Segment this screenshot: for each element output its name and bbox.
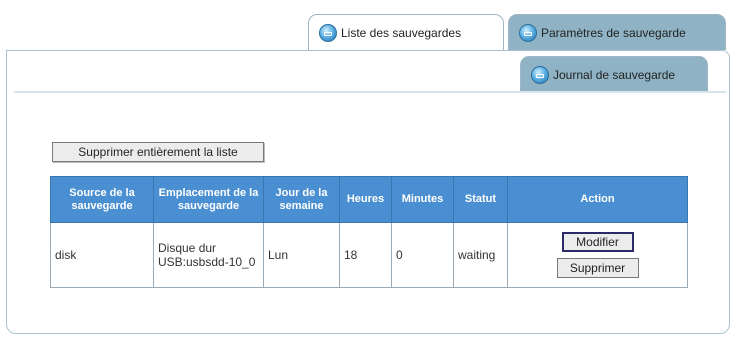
tab-backup-settings-label: Paramètres de sauvegarde	[541, 25, 686, 40]
tab-backup-list[interactable]: Liste des sauvegardes	[308, 14, 504, 50]
divider	[14, 91, 726, 93]
cell-hours: 18	[339, 222, 392, 288]
header-hours: Heures	[339, 176, 392, 223]
backup-disk-icon	[519, 23, 537, 42]
backup-disk-icon	[531, 65, 549, 84]
tab-backup-log-label: Journal de sauvegarde	[553, 67, 676, 82]
cell-day: Lun	[263, 222, 340, 288]
header-minutes: Minutes	[391, 176, 454, 223]
cell-source: disk	[50, 222, 154, 288]
table-header-row: Source de la sauvegarde Emplacement de l…	[50, 176, 688, 223]
header-location: Emplacement de la sauvegarde	[153, 176, 264, 223]
header-action: Action	[507, 176, 688, 223]
tab-backup-log[interactable]: Journal de sauvegarde	[520, 56, 708, 92]
tab-backup-settings[interactable]: Paramètres de sauvegarde	[508, 14, 726, 50]
header-source: Source de la sauvegarde	[50, 176, 154, 223]
backup-table: Source de la sauvegarde Emplacement de l…	[50, 176, 688, 288]
table-row: disk Disque dur USB:usbsdd-10_0 Lun 18 0…	[50, 222, 688, 288]
header-status: Statut	[453, 176, 508, 223]
cell-status: waiting	[453, 222, 508, 288]
delete-button[interactable]: Supprimer	[556, 258, 639, 278]
cell-location: Disque dur USB:usbsdd-10_0	[153, 222, 264, 288]
header-day: Jour de la semaine	[263, 176, 340, 223]
backup-disk-icon	[319, 23, 337, 42]
cell-action: Modifier Supprimer	[507, 222, 688, 288]
tab-backup-list-label: Liste des sauvegardes	[341, 25, 462, 40]
cell-minutes: 0	[391, 222, 454, 288]
modify-button[interactable]: Modifier	[561, 232, 634, 252]
clear-list-button[interactable]: Supprimer entièrement la liste	[52, 142, 264, 162]
